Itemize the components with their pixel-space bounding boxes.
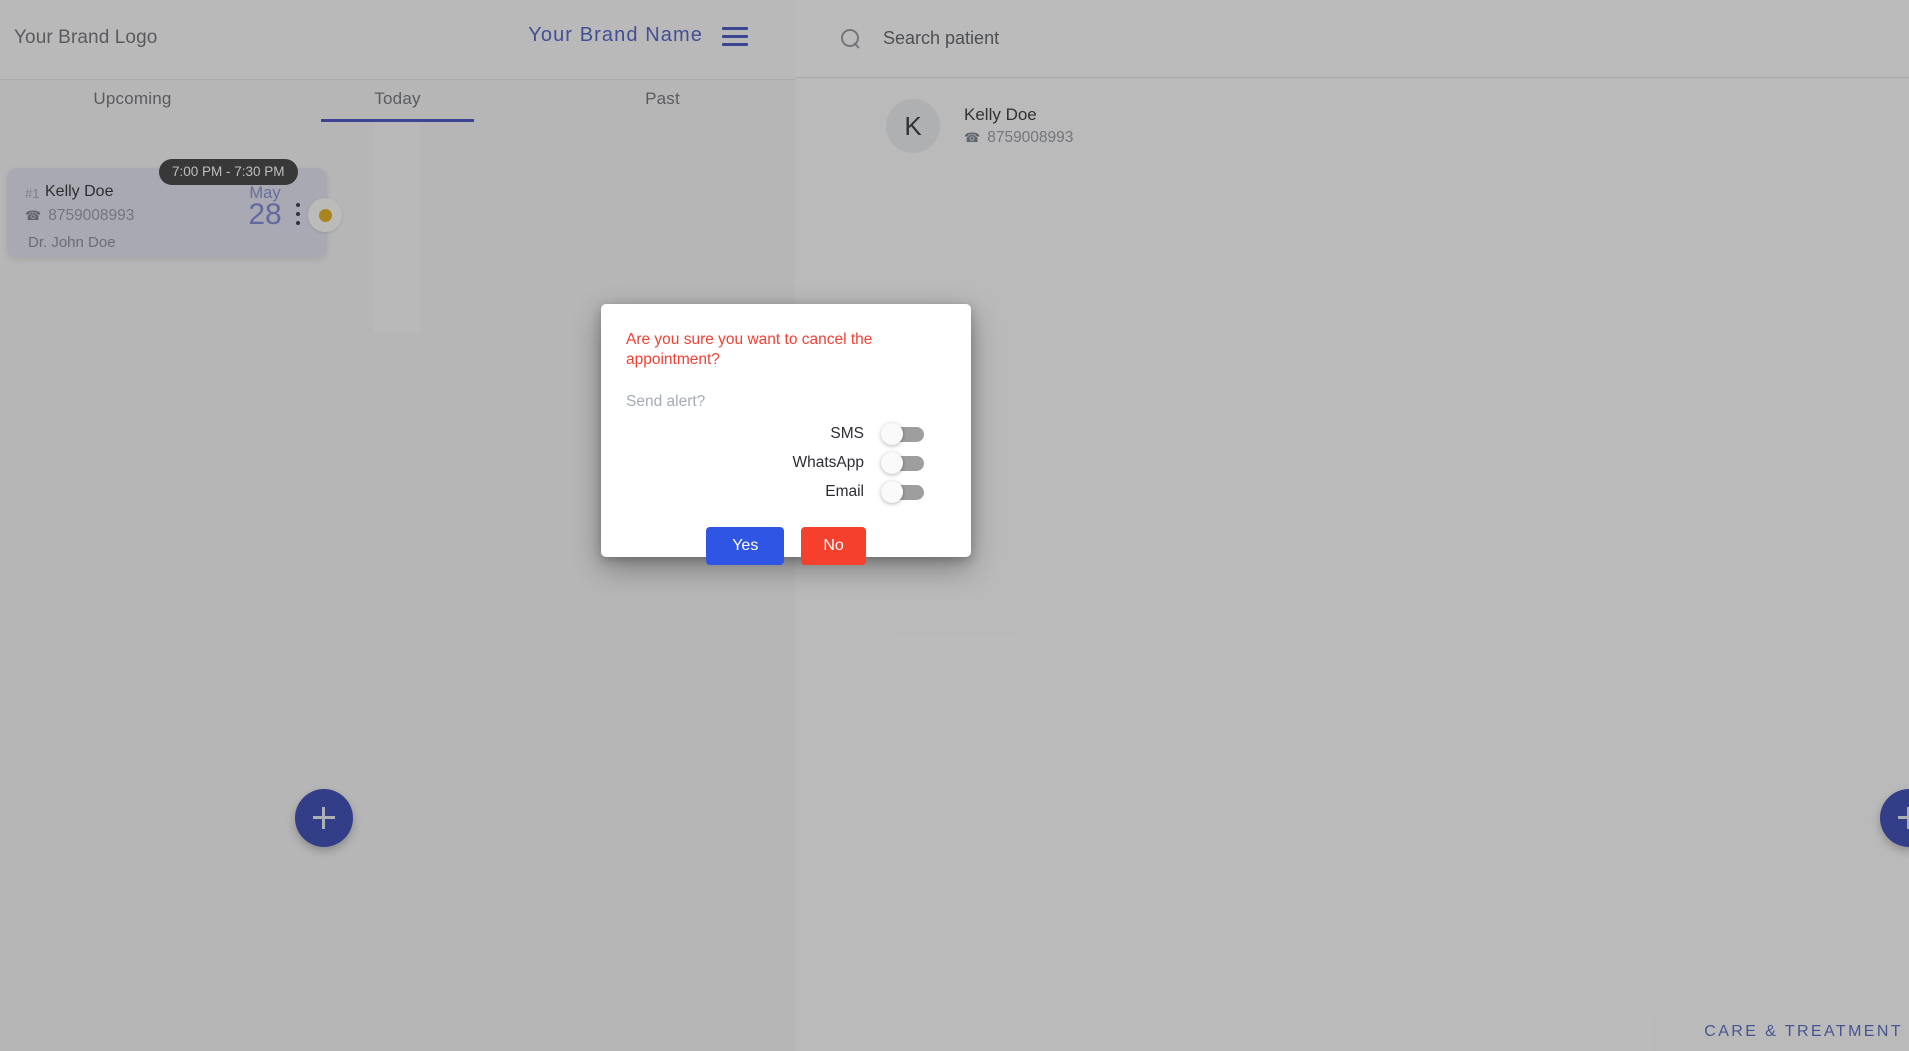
toggle-knob — [881, 451, 903, 474]
toggle-whatsapp[interactable] — [881, 451, 924, 474]
dialog-subtitle: Send alert? — [626, 393, 706, 411]
toggle-label-email: Email — [825, 483, 864, 501]
toggle-label-sms: SMS — [830, 425, 864, 443]
toggle-email[interactable] — [881, 480, 924, 503]
cancel-no-button[interactable]: No — [801, 527, 866, 566]
toggle-label-whatsapp: WhatsApp — [792, 454, 864, 472]
toggle-row-sms: SMS — [626, 422, 924, 445]
alert-channel-list: SMS WhatsApp Email — [626, 422, 946, 503]
toggle-row-whatsapp: WhatsApp — [626, 451, 924, 474]
dialog-title: Are you sure you want to cancel the appo… — [626, 331, 873, 369]
confirm-yes-button[interactable]: Yes — [706, 527, 785, 566]
app-root: Your Brand Logo Your Brand Name Upcoming… — [0, 0, 1909, 1051]
toggle-row-email: Email — [626, 480, 924, 503]
toggle-sms[interactable] — [881, 422, 924, 445]
cancel-appointment-dialog: Are you sure you want to cancel the appo… — [601, 304, 971, 566]
toggle-knob — [881, 480, 903, 503]
dialog-actions: Yes No — [626, 527, 946, 566]
toggle-knob — [881, 422, 903, 445]
